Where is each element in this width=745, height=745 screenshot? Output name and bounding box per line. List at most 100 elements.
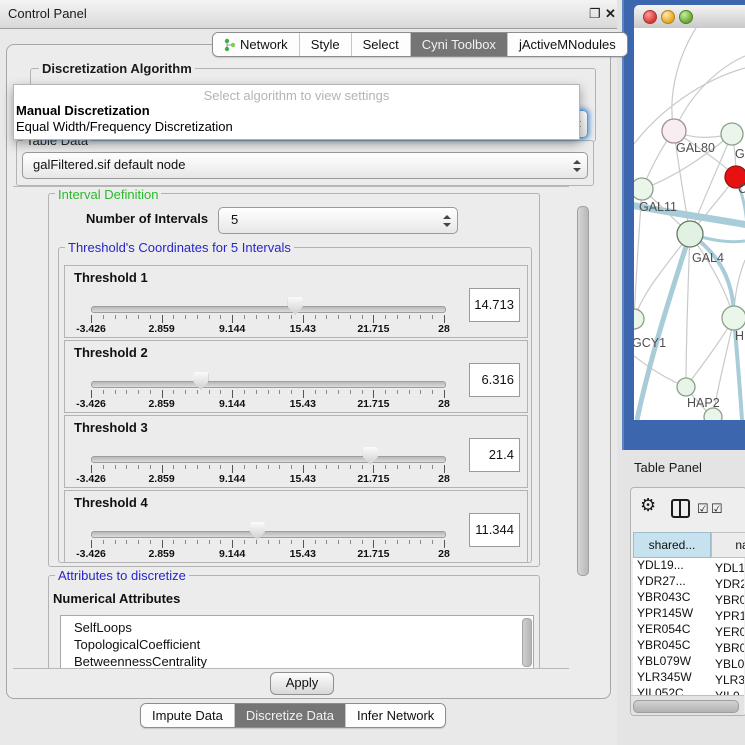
slider-track[interactable] <box>91 456 446 463</box>
axis-tick-label: 28 <box>438 398 450 410</box>
table-row[interactable]: YPR145WYPR1 <box>633 606 744 622</box>
column-header-shared[interactable]: shared... <box>633 532 711 558</box>
table-hscrollbar[interactable] <box>631 695 744 715</box>
cell-shared-name: YER054C <box>633 622 711 636</box>
cell-shared-name: YDL19... <box>633 558 711 572</box>
discretization-algorithm-title: Discretization Algorithm <box>39 61 195 76</box>
panel-title: Control Panel <box>8 0 87 28</box>
tab-discretize-data[interactable]: Discretize Data <box>235 704 346 727</box>
threshold-value-field[interactable]: 11.344 <box>469 513 520 547</box>
interval-definition-title: Interval Definition <box>55 187 161 202</box>
algorithm-popup-list: Select algorithm to view settings Manual… <box>13 84 580 140</box>
slider-track[interactable] <box>91 381 446 388</box>
table-row[interactable]: YDL19...YDL1 <box>633 558 744 574</box>
combo-arrows-icon <box>443 215 450 227</box>
popup-option[interactable]: Equal Width/Frequency Discretization <box>14 119 579 135</box>
minimize-traffic-light-icon[interactable] <box>661 10 675 24</box>
threshold-panel: Threshold 1-3.4262.8599.14415.4321.71528… <box>64 265 528 338</box>
close-traffic-light-icon[interactable] <box>643 10 657 24</box>
network-window-titlebar[interactable] <box>634 5 745 29</box>
network-node-label: GAL11 <box>639 200 677 214</box>
close-icon[interactable]: ✕ <box>605 6 616 22</box>
cell-shared-name: YBR045C <box>633 638 711 652</box>
axis-tick-label: 15.43 <box>290 323 316 335</box>
axis-tick-label: 2.859 <box>148 548 174 560</box>
cell-name: YER0 <box>711 625 744 639</box>
num-intervals-combobox[interactable]: 5 <box>218 207 458 234</box>
tab-select[interactable]: Select <box>352 33 411 56</box>
table-rows[interactable]: YDL19...YDL1YDR27...YDR2YBR043CYBR0YPR14… <box>633 558 744 696</box>
tab-style[interactable]: Style <box>300 33 352 56</box>
settings-scrollbar[interactable] <box>575 188 589 665</box>
tab-label: jActiveMNodules <box>519 37 616 52</box>
tab-network[interactable]: Network <box>213 33 300 56</box>
cell-name: YBR0 <box>711 593 744 607</box>
attribute-list-item[interactable]: BetweennessCentrality <box>61 653 533 669</box>
slider-track[interactable] <box>91 531 446 538</box>
axis-tick-label: 2.859 <box>148 398 174 410</box>
network-graph: GAL80GALCGAL11GAL4GCY1HHAP2 <box>634 28 745 420</box>
network-node-label: H <box>735 329 744 343</box>
popup-option[interactable]: Manual Discretization <box>14 103 579 119</box>
tab-label: Style <box>311 37 340 52</box>
network-node[interactable] <box>634 178 653 200</box>
table-panel: Table Panel ⚙ ☑ ☑ shared... na... YDL19.… <box>617 450 745 745</box>
settings-viewport: Interval Definition Number of Intervals … <box>13 186 569 669</box>
network-node[interactable] <box>677 221 703 247</box>
threshold-panel: Threshold 4-3.4262.8599.14415.4321.71528… <box>64 490 528 563</box>
network-node[interactable] <box>634 309 644 329</box>
checkbox-icon[interactable]: ☑ <box>697 501 709 517</box>
axis-tick-label: 9.144 <box>219 398 245 410</box>
float-window-icon[interactable]: ❐ <box>589 6 601 22</box>
tab-jactivemnodules[interactable]: jActiveMNodules <box>508 33 627 56</box>
axis-tick-label: 28 <box>438 473 450 485</box>
cell-shared-name: YPR145W <box>633 606 711 620</box>
axis-tick-label: 2.859 <box>148 323 174 335</box>
tab-infer-network[interactable]: Infer Network <box>346 704 445 727</box>
axis-tick-label: 9.144 <box>219 548 245 560</box>
axis-tick-label: 15.43 <box>290 398 316 410</box>
settings-gear-icon[interactable]: ⚙ <box>640 495 656 516</box>
column-header-name[interactable]: na... <box>711 532 745 558</box>
column-split-icon[interactable] <box>671 499 690 518</box>
table-row[interactable]: YLR345WYLR3 <box>633 670 744 686</box>
network-node[interactable] <box>721 123 743 145</box>
tab-cyni-toolbox[interactable]: Cyni Toolbox <box>411 33 508 56</box>
table-data-combobox[interactable]: galFiltered.sif default node <box>22 152 588 179</box>
attribute-list-item[interactable]: SelfLoops <box>61 619 533 636</box>
network-icon <box>224 38 236 52</box>
numerical-attributes-list[interactable]: SelfLoopsTopologicalCoefficientBetweenne… <box>60 615 534 669</box>
tab-label: Network <box>240 37 288 52</box>
slider-track[interactable] <box>91 306 446 313</box>
tab-impute-data[interactable]: Impute Data <box>141 704 235 727</box>
table-row[interactable]: YBR045CYBR0 <box>633 638 744 654</box>
axis-tick-label: 9.144 <box>219 323 245 335</box>
zoom-traffic-light-icon[interactable] <box>679 10 693 24</box>
scrollbar-thumb[interactable] <box>633 700 739 713</box>
threshold-value-field[interactable]: 6.316 <box>469 363 520 397</box>
threshold-value-field[interactable]: 21.4 <box>469 438 520 472</box>
table-row[interactable]: YBR043CYBR0 <box>633 590 744 606</box>
tab-label: Discretize Data <box>246 708 334 723</box>
checkbox-icon[interactable]: ☑ <box>711 501 723 517</box>
threshold-value-field[interactable]: 14.713 <box>469 288 520 322</box>
scrollbar-thumb[interactable] <box>577 206 589 576</box>
tab-label: Cyni Toolbox <box>422 37 496 52</box>
network-canvas[interactable]: GAL80GALCGAL11GAL4GCY1HHAP2 <box>634 28 745 420</box>
network-node[interactable] <box>662 119 686 143</box>
axis-tick-label: 21.715 <box>357 548 389 560</box>
num-intervals-label: Number of Intervals <box>86 211 208 226</box>
network-node[interactable] <box>677 378 695 396</box>
table-row[interactable]: YER054CYER0 <box>633 622 744 638</box>
table-row[interactable]: YDR27...YDR2 <box>633 574 744 590</box>
cell-shared-name: YDR27... <box>633 574 711 588</box>
table-row[interactable]: YBL079WYBL0 <box>633 654 744 670</box>
cell-name: YLR3 <box>711 673 744 687</box>
network-edge <box>672 28 696 131</box>
apply-button[interactable]: Apply <box>270 672 334 695</box>
axis-tick-label: -3.426 <box>76 398 106 410</box>
axis-tick-label: 21.715 <box>357 473 389 485</box>
list-scrollbar[interactable] <box>522 618 532 667</box>
attribute-list-item[interactable]: TopologicalCoefficient <box>61 636 533 653</box>
network-node[interactable] <box>722 306 745 330</box>
